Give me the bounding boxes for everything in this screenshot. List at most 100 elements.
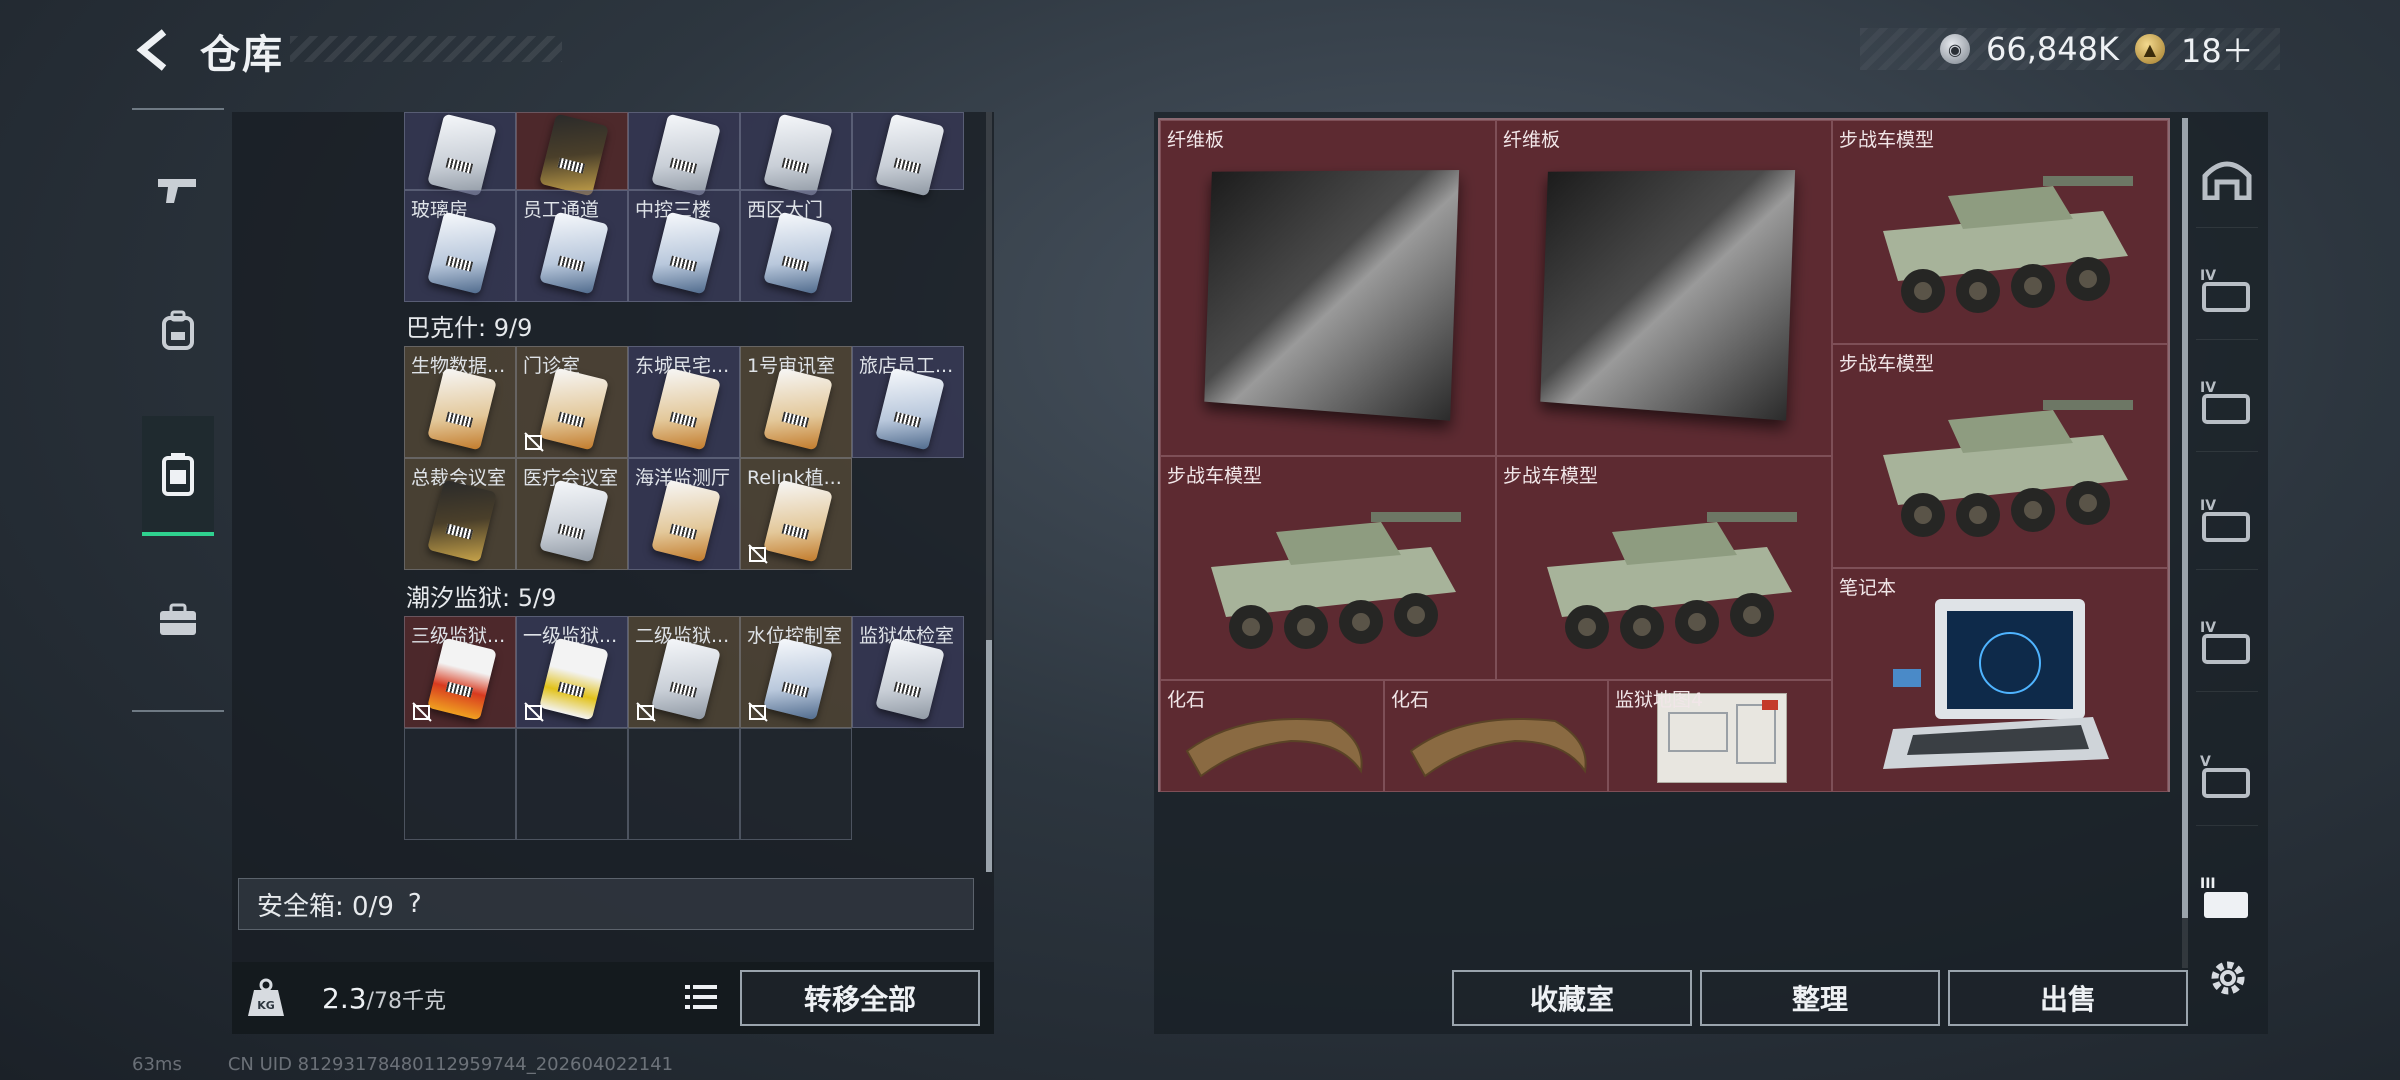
settings-button[interactable] <box>2200 950 2256 1006</box>
inventory-cell[interactable]: 员工通道 <box>516 190 628 302</box>
inventory-cell[interactable]: 医疗会议室 <box>516 458 628 570</box>
list-icon <box>685 983 717 1011</box>
storage-item-ifv-model[interactable]: 步战车模型 <box>1832 120 2168 344</box>
section-title-bakesh: 巴克什: 9/9 <box>406 308 532 343</box>
keycard-icon <box>875 638 945 721</box>
keycard-icon <box>427 480 497 563</box>
inventory-cell[interactable]: 1号审讯室 <box>740 346 852 458</box>
weight-current: 2.3 <box>322 982 367 1015</box>
inventory-cell[interactable]: 水位控制室 <box>740 616 852 728</box>
inventory-cell[interactable] <box>852 112 964 190</box>
keycard-icon <box>763 212 833 295</box>
svg-text:KG: KG <box>257 999 275 1012</box>
filter-tier-iv-2[interactable]: IV <box>2196 352 2258 452</box>
gold-currency-value: 18＋ <box>2181 26 2254 72</box>
filter-tier-iv-1[interactable]: IV <box>2196 240 2258 340</box>
filter-all[interactable] <box>2196 128 2258 228</box>
no-trade-icon <box>523 701 545 723</box>
safebox-bar[interactable]: 安全箱: 0/9 ? <box>238 878 974 930</box>
inventory-scrollbar-thumb[interactable] <box>986 640 992 872</box>
no-trade-icon <box>635 701 657 723</box>
storage-item-ifv-model[interactable]: 步战车模型 <box>1832 344 2168 568</box>
no-trade-icon <box>747 701 769 723</box>
empty-slot[interactable] <box>628 728 740 840</box>
inventory-cell[interactable]: 监狱体检室 <box>852 616 964 728</box>
filter-tier-iii[interactable]: III <box>2196 848 2258 948</box>
storage-item-ifv-model[interactable]: 步战车模型 <box>1496 456 1832 680</box>
fiberboard-image <box>1204 170 1459 421</box>
inventory-cell[interactable] <box>516 112 628 190</box>
storage-item-fiberboard[interactable]: 纤维板 <box>1160 120 1496 456</box>
keycard-icon <box>427 212 497 295</box>
inventory-cell[interactable]: 生物数据... <box>404 346 516 458</box>
inventory-cell[interactable]: 二级监狱... <box>628 616 740 728</box>
uid-readout: CN UID 8129317848011295974​4_20260402214… <box>228 1054 673 1075</box>
nav-weapons[interactable] <box>142 130 214 250</box>
keycard-icon <box>651 368 721 451</box>
inventory-cell[interactable]: 玻璃房 <box>404 190 516 302</box>
section-title-tide-prison: 潮汐监狱: 5/9 <box>406 578 556 613</box>
ifv-model-image <box>1517 477 1807 677</box>
keycard-icon <box>539 368 609 451</box>
item-label: 纤维板 <box>1167 125 1224 152</box>
tier-IV-icon: IV <box>2200 618 2254 666</box>
storage-icon <box>161 452 195 496</box>
inventory-cell[interactable]: 一级监狱... <box>516 616 628 728</box>
gold-coin-icon: ▲ <box>2135 34 2165 64</box>
inventory-cell[interactable]: 东城民宅... <box>628 346 740 458</box>
storage-item-laptop[interactable]: 笔记本 <box>1832 568 2168 792</box>
title-decoration <box>290 36 562 62</box>
filter-tier-iv-4[interactable]: IV <box>2196 592 2258 692</box>
nav-storage[interactable] <box>142 416 214 536</box>
empty-slot[interactable] <box>740 728 852 840</box>
list-view-button[interactable] <box>680 976 722 1018</box>
nav-briefcase[interactable] <box>142 560 214 680</box>
inventory-cell[interactable]: 旅店员工... <box>852 346 964 458</box>
weight-readout: 2.3/78千克 <box>322 982 446 1015</box>
currency-bar: ◉ 66,848K ▲ 18＋ <box>1860 28 2280 70</box>
inventory-cell[interactable]: 门诊室 <box>516 346 628 458</box>
empty-slot[interactable] <box>516 728 628 840</box>
back-button[interactable] <box>128 22 184 78</box>
filter-tier-v[interactable]: V <box>2196 726 2258 826</box>
keycard-icon <box>651 480 721 563</box>
storage-item-fossil[interactable]: 化石 <box>1160 680 1384 792</box>
arch-icon <box>2201 156 2253 200</box>
tier-IV-icon: IV <box>2200 378 2254 426</box>
storage-scrollbar-thumb[interactable] <box>2182 118 2188 918</box>
keycard-icon <box>763 638 833 721</box>
ping-readout: 63ms <box>132 1054 182 1075</box>
storage-item-fossil[interactable]: 化石 <box>1384 680 1608 792</box>
inventory-cell[interactable]: Relink植... <box>740 458 852 570</box>
sell-button[interactable]: 出售 <box>1948 970 2188 1026</box>
ifv-model-image <box>1853 141 2143 341</box>
storage-item-prison-map[interactable]: 监狱地图4 <box>1608 680 1832 792</box>
no-trade-icon <box>523 431 545 453</box>
keycard-icon <box>427 638 497 721</box>
inventory-cell[interactable]: 三级监狱... <box>404 616 516 728</box>
silver-currency-value: 66,848K <box>1986 30 2119 68</box>
inventory-cell[interactable]: 中控三楼 <box>628 190 740 302</box>
fossil-claw-image <box>1405 701 1595 791</box>
storage-item-fiberboard[interactable]: 纤维板 <box>1496 120 1832 456</box>
inventory-cell[interactable]: 总裁会议室 <box>404 458 516 570</box>
help-icon[interactable]: ? <box>408 889 422 919</box>
inventory-cell[interactable]: 西区大门 <box>740 190 852 302</box>
page-title: 仓库 <box>200 22 284 80</box>
storage-item-ifv-model[interactable]: 步战车模型 <box>1160 456 1496 680</box>
item-label: 纤维板 <box>1503 125 1560 152</box>
inventory-cell[interactable] <box>740 112 852 190</box>
inventory-cell[interactable] <box>404 112 516 190</box>
keycard-icon <box>539 480 609 563</box>
inventory-cell[interactable] <box>628 112 740 190</box>
organize-button[interactable]: 整理 <box>1700 970 1940 1026</box>
nav-backpack[interactable] <box>142 270 214 390</box>
collection-room-button[interactable]: 收藏室 <box>1452 970 1692 1026</box>
filter-tier-iv-3[interactable]: IV <box>2196 470 2258 570</box>
svg-text:IV: IV <box>2200 268 2216 284</box>
fiberboard-image <box>1540 170 1795 421</box>
transfer-all-button[interactable]: 转移全部 <box>740 970 980 1026</box>
empty-slot[interactable] <box>404 728 516 840</box>
briefcase-icon <box>158 603 198 637</box>
inventory-cell[interactable]: 海洋监测厅 <box>628 458 740 570</box>
